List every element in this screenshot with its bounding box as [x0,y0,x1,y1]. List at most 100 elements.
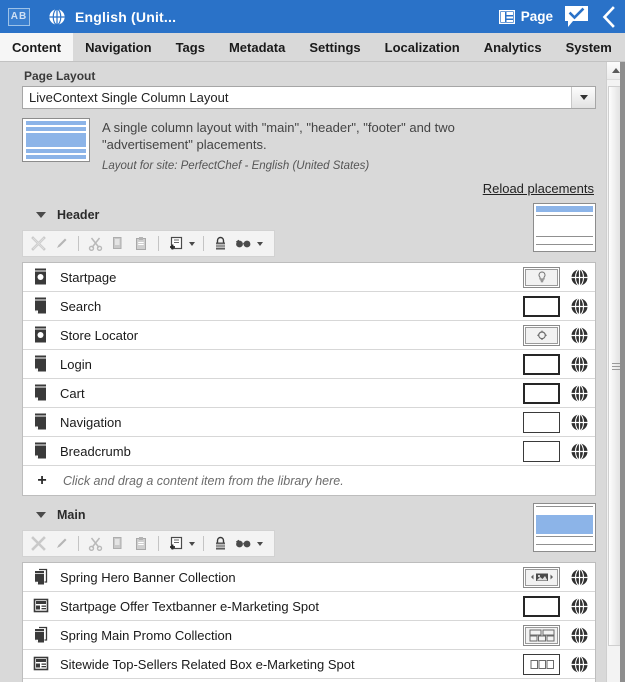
preview-thumbnail[interactable] [523,324,560,346]
preview-dropdown-icon[interactable] [257,541,263,546]
table-row[interactable]: Startpage Offer Textbanner e-Marketing S… [23,592,595,621]
copy-icon[interactable] [108,233,129,254]
edit-pencil-icon[interactable] [51,233,72,254]
header-drop-target[interactable]: + Click and drag a content item from the… [23,466,595,495]
chevron-left-icon[interactable] [601,5,616,28]
table-row[interactable]: Login [23,350,595,379]
table-row[interactable]: Cart [23,379,595,408]
item-label: Navigation [60,414,122,430]
collection-icon [35,626,48,643]
preview-thumbnail[interactable] [523,382,560,404]
table-row[interactable]: Store Locator [23,321,595,350]
table-row[interactable]: Spring Hero Banner Collection [23,563,595,592]
preview-thumbnail[interactable] [523,440,560,462]
title-bar-actions: Page [498,5,625,28]
page-icon [35,268,46,285]
item-label: Sitewide Top-Sellers Related Box e-Marke… [60,656,355,672]
reload-placements-row: Reload placements [22,181,596,196]
preview-thumbnail[interactable] [523,566,560,588]
main-item-list: Spring Hero Banner Collection Startpage … [22,562,596,682]
new-content-icon[interactable] [165,533,186,554]
preview-thumbnail[interactable] [523,353,560,375]
item-label: Breadcrumb [60,443,131,459]
collapse-triangle-icon[interactable] [36,512,46,518]
group-header-row[interactable]: Header [22,206,596,224]
new-content-dropdown-icon[interactable] [189,241,195,246]
preview-glasses-icon[interactable] [233,533,254,554]
globe-icon[interactable] [570,442,589,461]
new-content-dropdown-icon[interactable] [189,541,195,546]
new-content-icon[interactable] [165,233,186,254]
table-row[interactable]: Navigation [23,408,595,437]
copy-icon[interactable] [108,533,129,554]
table-row[interactable]: Spring Main Promo Collection [23,621,595,650]
tab-navigation[interactable]: Navigation [73,33,163,61]
toolbar-separator [158,536,159,551]
tab-content[interactable]: Content [0,33,74,61]
toolbar-separator [158,236,159,251]
table-row[interactable]: Sitewide Top-Sellers Related Box e-Marke… [23,650,595,679]
toolbar-separator [78,236,79,251]
preview-dropdown-icon[interactable] [257,241,263,246]
chat-checkmark-icon[interactable] [564,5,589,28]
table-row[interactable]: Startpage [23,263,595,292]
tab-settings[interactable]: Settings [297,33,372,61]
preview-thumbnail[interactable] [523,595,560,617]
preview-thumbnail[interactable] [523,266,560,288]
checkout-lock-icon[interactable] [210,233,231,254]
preview-thumbnail[interactable] [523,295,560,317]
layout-site-note: Layout for site: PerfectChef - English (… [102,160,370,172]
collection-icon [35,568,48,585]
edit-pencil-icon[interactable] [51,533,72,554]
header-item-list: Startpage Search Store Locator Login Car… [22,262,596,496]
layout-description: A single column layout with "main", "hea… [22,118,596,172]
page-label[interactable]: Page [521,9,553,24]
tab-system[interactable]: System [554,33,624,61]
paste-icon[interactable] [131,233,152,254]
drop-hint-text: Click and drag a content item from the l… [63,473,344,488]
content-panel: Page Layout LiveContext Single Column La… [0,62,606,682]
group-name-header: Header [57,208,100,222]
tab-localization[interactable]: Localization [373,33,472,61]
group-header-row[interactable]: Main [22,506,596,524]
checkout-lock-icon[interactable] [210,533,231,554]
preview-thumbnail[interactable] [523,411,560,433]
document-icon [35,413,46,430]
paste-icon[interactable] [131,533,152,554]
cut-scissors-icon[interactable] [85,533,106,554]
globe-icon[interactable] [570,626,589,645]
globe-icon[interactable] [570,384,589,403]
page-layout-select-value[interactable]: LiveContext Single Column Layout [22,86,596,109]
globe-icon[interactable] [570,655,589,674]
item-label: Spring Main Promo Collection [60,627,232,643]
document-icon [35,384,46,401]
globe-icon[interactable] [570,355,589,374]
globe-icon[interactable] [570,297,589,316]
item-label: Store Locator [60,327,139,343]
delete-icon[interactable] [28,233,49,254]
globe-icon[interactable] [570,268,589,287]
page-layout-icon[interactable] [498,9,515,24]
page-layout-select[interactable]: LiveContext Single Column Layout [22,86,596,109]
globe-icon[interactable] [570,413,589,432]
preview-glasses-icon[interactable] [233,233,254,254]
table-row[interactable]: Breadcrumb [23,437,595,466]
tab-tags[interactable]: Tags [164,33,217,61]
tab-metadata[interactable]: Metadata [217,33,297,61]
preview-thumbnail[interactable] [523,653,560,675]
preview-thumbnail[interactable] [523,624,560,646]
table-row[interactable]: Search [23,292,595,321]
reload-placements-link[interactable]: Reload placements [483,181,594,196]
globe-icon[interactable] [570,568,589,587]
item-label: Startpage [60,269,117,285]
collapse-triangle-icon[interactable] [36,212,46,218]
tab-analytics[interactable]: Analytics [472,33,554,61]
plus-icon: + [37,471,47,489]
globe-icon[interactable] [570,326,589,345]
ab-badge-icon: AB [8,7,30,26]
chevron-down-icon[interactable] [571,87,595,108]
cut-scissors-icon[interactable] [85,233,106,254]
delete-icon[interactable] [28,533,49,554]
window-title: English (Unit... [75,8,177,25]
globe-icon[interactable] [570,597,589,616]
